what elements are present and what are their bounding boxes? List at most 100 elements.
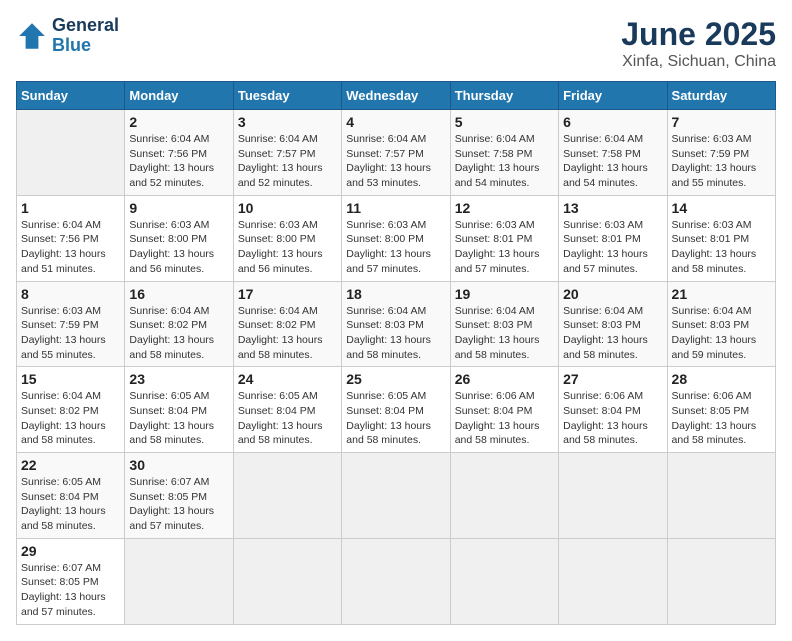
calendar-cell — [342, 538, 450, 624]
logo-text: General Blue — [52, 16, 119, 56]
day-number: 29 — [21, 543, 120, 559]
calendar-cell — [125, 538, 233, 624]
calendar-cell: 14Sunrise: 6:03 AM Sunset: 8:01 PM Dayli… — [667, 195, 775, 281]
day-info: Sunrise: 6:06 AM Sunset: 8:04 PM Dayligh… — [455, 389, 554, 448]
day-number: 19 — [455, 286, 554, 302]
day-info: Sunrise: 6:05 AM Sunset: 8:04 PM Dayligh… — [129, 389, 228, 448]
calendar-cell: 1 Sunrise: 6:04 AM Sunset: 7:56 PM Daylig… — [17, 195, 125, 281]
calendar-cell: 6 Sunrise: 6:04 AM Sunset: 7:58 PM Daylig… — [559, 110, 667, 196]
day-info: Sunrise: 6:05 AM Sunset: 8:04 PM Dayligh… — [346, 389, 445, 448]
day-info: Sunrise: 6:07 AM Sunset: 8:05 PM Dayligh… — [21, 561, 120, 620]
day-info: Sunrise: 6:07 AM Sunset: 8:05 PM Dayligh… — [129, 475, 228, 534]
day-number: 17 — [238, 286, 337, 302]
calendar-cell: 17 Sunrise: 6:04 AM Sunset: 8:02 PM Dayli… — [233, 281, 341, 367]
day-info: Sunrise: 6:04 AM Sunset: 8:02 PM Dayligh… — [129, 304, 228, 363]
week-row-4: 22Sunrise: 6:05 AM Sunset: 8:04 PM Dayli… — [17, 453, 776, 539]
day-number: 15 — [21, 371, 120, 387]
day-info: Sunrise: 6:06 AM Sunset: 8:05 PM Dayligh… — [672, 389, 771, 448]
day-info: Sunrise: 6:03 AM Sunset: 8:00 PM Dayligh… — [129, 218, 228, 277]
calendar-cell — [342, 453, 450, 539]
calendar-cell: 5Sunrise: 6:04 AM Sunset: 7:58 PM Daylig… — [450, 110, 558, 196]
day-info: Sunrise: 6:03 AM Sunset: 8:00 PM Dayligh… — [346, 218, 445, 277]
week-row-0: 2 Sunrise: 6:04 AM Sunset: 7:56 PM Daylig… — [17, 110, 776, 196]
day-info: Sunrise: 6:03 AM Sunset: 7:59 PM Dayligh… — [21, 304, 120, 363]
day-info: Sunrise: 6:05 AM Sunset: 8:04 PM Dayligh… — [238, 389, 337, 448]
calendar-cell: 29 Sunrise: 6:07 AM Sunset: 8:05 PM Dayli… — [17, 538, 125, 624]
calendar-cell — [667, 538, 775, 624]
calendar-cell: 11 Sunrise: 6:03 AM Sunset: 8:00 PM Dayli… — [342, 195, 450, 281]
logo: General Blue — [16, 16, 119, 56]
calendar-cell: 30 Sunrise: 6:07 AM Sunset: 8:05 PM Dayli… — [125, 453, 233, 539]
calendar-cell: 13 Sunrise: 6:03 AM Sunset: 8:01 PM Dayli… — [559, 195, 667, 281]
day-number: 6 — [563, 114, 662, 130]
day-info: Sunrise: 6:04 AM Sunset: 7:58 PM Dayligh… — [563, 132, 662, 191]
day-number: 13 — [563, 200, 662, 216]
calendar-cell: 7 Sunrise: 6:03 AM Sunset: 7:59 PM Daylig… — [667, 110, 775, 196]
logo-line1: General — [52, 16, 119, 36]
day-number: 5 — [455, 114, 554, 130]
day-number: 26 — [455, 371, 554, 387]
day-number: 18 — [346, 286, 445, 302]
day-info: Sunrise: 6:04 AM Sunset: 8:03 PM Dayligh… — [346, 304, 445, 363]
page-header: General Blue June 2025 Xinfa, Sichuan, C… — [16, 16, 776, 71]
week-row-1: 1 Sunrise: 6:04 AM Sunset: 7:56 PM Daylig… — [17, 195, 776, 281]
calendar-header: SundayMondayTuesdayWednesdayThursdayFrid… — [17, 82, 776, 110]
calendar-cell — [233, 538, 341, 624]
day-number: 8 — [21, 286, 120, 302]
calendar-cell: 22Sunrise: 6:05 AM Sunset: 8:04 PM Dayli… — [17, 453, 125, 539]
day-number: 11 — [346, 200, 445, 216]
week-row-3: 15 Sunrise: 6:04 AM Sunset: 8:02 PM Dayli… — [17, 367, 776, 453]
day-info: Sunrise: 6:03 AM Sunset: 7:59 PM Dayligh… — [672, 132, 771, 191]
day-info: Sunrise: 6:03 AM Sunset: 8:01 PM Dayligh… — [563, 218, 662, 277]
day-number: 28 — [672, 371, 771, 387]
day-number: 20 — [563, 286, 662, 302]
day-info: Sunrise: 6:04 AM Sunset: 8:03 PM Dayligh… — [563, 304, 662, 363]
day-info: Sunrise: 6:04 AM Sunset: 8:02 PM Dayligh… — [21, 389, 120, 448]
day-info: Sunrise: 6:06 AM Sunset: 8:04 PM Dayligh… — [563, 389, 662, 448]
day-info: Sunrise: 6:04 AM Sunset: 8:03 PM Dayligh… — [672, 304, 771, 363]
calendar-cell: 27 Sunrise: 6:06 AM Sunset: 8:04 PM Dayli… — [559, 367, 667, 453]
calendar-cell: 8 Sunrise: 6:03 AM Sunset: 7:59 PM Daylig… — [17, 281, 125, 367]
header-monday: Monday — [125, 82, 233, 110]
header-friday: Friday — [559, 82, 667, 110]
calendar-cell: 28 Sunrise: 6:06 AM Sunset: 8:05 PM Dayli… — [667, 367, 775, 453]
day-info: Sunrise: 6:04 AM Sunset: 7:56 PM Dayligh… — [129, 132, 228, 191]
day-number: 3 — [238, 114, 337, 130]
day-info: Sunrise: 6:04 AM Sunset: 8:02 PM Dayligh… — [238, 304, 337, 363]
calendar-cell — [667, 453, 775, 539]
day-number: 4 — [346, 114, 445, 130]
header-saturday: Saturday — [667, 82, 775, 110]
calendar-cell — [450, 453, 558, 539]
calendar-cell: 18 Sunrise: 6:04 AM Sunset: 8:03 PM Dayli… — [342, 281, 450, 367]
calendar-cell: 2 Sunrise: 6:04 AM Sunset: 7:56 PM Daylig… — [125, 110, 233, 196]
calendar-cell: 15 Sunrise: 6:04 AM Sunset: 8:02 PM Dayli… — [17, 367, 125, 453]
day-number: 23 — [129, 371, 228, 387]
day-info: Sunrise: 6:04 AM Sunset: 7:56 PM Dayligh… — [21, 218, 120, 277]
header-tuesday: Tuesday — [233, 82, 341, 110]
calendar-cell: 16 Sunrise: 6:04 AM Sunset: 8:02 PM Dayli… — [125, 281, 233, 367]
calendar-cell: 23 Sunrise: 6:05 AM Sunset: 8:04 PM Dayli… — [125, 367, 233, 453]
logo-icon — [16, 20, 48, 52]
day-number: 27 — [563, 371, 662, 387]
day-number: 24 — [238, 371, 337, 387]
calendar-table: SundayMondayTuesdayWednesdayThursdayFrid… — [16, 81, 776, 625]
calendar-cell: 26 Sunrise: 6:06 AM Sunset: 8:04 PM Dayli… — [450, 367, 558, 453]
calendar-cell: 3 Sunrise: 6:04 AM Sunset: 7:57 PM Daylig… — [233, 110, 341, 196]
day-number: 30 — [129, 457, 228, 473]
calendar-cell — [559, 538, 667, 624]
day-number: 2 — [129, 114, 228, 130]
calendar-cell — [233, 453, 341, 539]
calendar-cell: 10Sunrise: 6:03 AM Sunset: 8:00 PM Dayli… — [233, 195, 341, 281]
day-number: 25 — [346, 371, 445, 387]
calendar-cell: 25 Sunrise: 6:05 AM Sunset: 8:04 PM Dayli… — [342, 367, 450, 453]
day-number: 21 — [672, 286, 771, 302]
day-info: Sunrise: 6:04 AM Sunset: 7:57 PM Dayligh… — [238, 132, 337, 191]
day-number: 9 — [129, 200, 228, 216]
day-number: 12 — [455, 200, 554, 216]
calendar-title: June 2025 — [621, 16, 776, 53]
day-number: 22 — [21, 457, 120, 473]
day-number: 7 — [672, 114, 771, 130]
day-number: 1 — [21, 200, 120, 216]
day-number: 16 — [129, 286, 228, 302]
header-row: SundayMondayTuesdayWednesdayThursdayFrid… — [17, 82, 776, 110]
